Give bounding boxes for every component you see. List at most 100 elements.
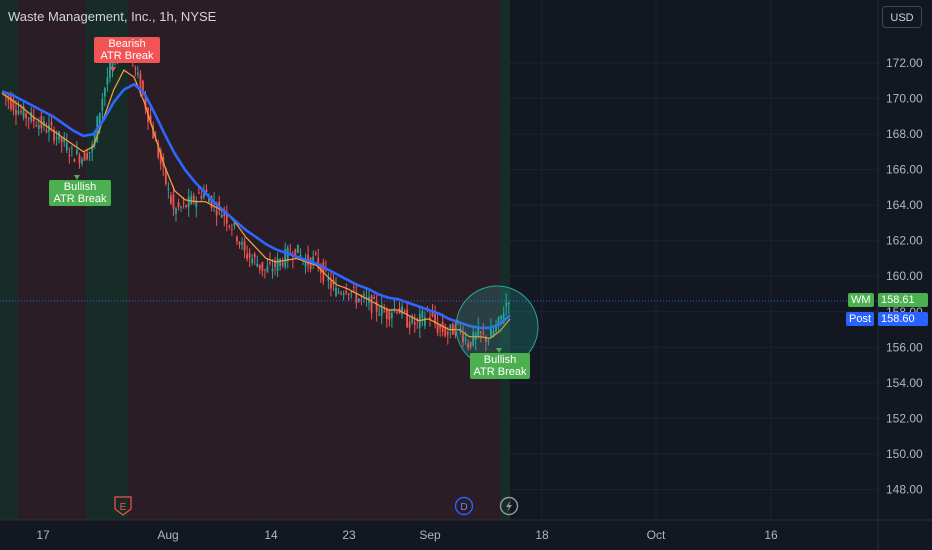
candle-body: [238, 242, 241, 245]
candle-body: [228, 225, 231, 227]
x-tick-label: Sep: [419, 528, 441, 542]
signal-text-1: Bullish: [63, 181, 97, 193]
x-tick-label: 18: [535, 528, 549, 542]
candle-body: [134, 68, 137, 70]
candle-body: [345, 290, 348, 294]
candle-body: [220, 214, 223, 218]
candle-body: [180, 206, 182, 208]
candle-body: [243, 241, 246, 251]
signal-text-2: ATR Break: [53, 193, 107, 205]
candle-body: [190, 195, 193, 205]
candle-body: [246, 253, 249, 259]
bullish-signal-label-2: Bullish ATR Break: [470, 353, 530, 379]
candle-body: [276, 258, 279, 271]
bullish-zone: [0, 0, 18, 520]
y-tick-label: 148.00: [886, 482, 923, 496]
candle-body: [314, 253, 317, 255]
candle-body: [68, 155, 71, 157]
candle-body: [230, 229, 233, 231]
candle-body: [106, 77, 109, 85]
candle-body: [17, 110, 20, 114]
candle-body: [78, 155, 81, 164]
candle-body: [258, 264, 261, 270]
candle-body: [279, 259, 282, 266]
candle-body: [266, 266, 269, 273]
candle-body: [424, 317, 426, 326]
candle-body: [172, 194, 175, 209]
candle-body: [403, 311, 406, 313]
candle-body: [27, 117, 30, 120]
x-tick-label: 14: [264, 528, 278, 542]
candle-body: [444, 328, 447, 336]
x-tick-label: Oct: [647, 528, 666, 542]
candle-body: [263, 269, 266, 271]
post-price-tag: 158.60: [878, 312, 928, 326]
post-label-tag: Post: [846, 312, 875, 326]
candle-body: [25, 113, 28, 119]
y-tick-label: 154.00: [886, 376, 923, 390]
candle-body: [340, 293, 342, 295]
candle-body: [167, 188, 170, 190]
currency-button[interactable]: USD: [882, 6, 922, 28]
y-tick-label: 150.00: [886, 447, 923, 461]
candle-body: [35, 125, 38, 127]
candle-body: [86, 152, 88, 160]
candle-body: [330, 280, 332, 289]
candle-body: [347, 293, 350, 295]
y-tick-label: 156.00: [886, 340, 923, 354]
candle-body: [408, 321, 411, 328]
x-tick-label: 17: [36, 528, 50, 542]
x-tick-label: Aug: [157, 528, 178, 542]
candle-body: [187, 196, 190, 208]
y-tick-label: 168.00: [886, 127, 923, 141]
candle-body: [383, 311, 386, 313]
earnings-marker-label: E: [120, 502, 127, 513]
candle-body: [101, 98, 104, 111]
candle-body: [83, 152, 86, 161]
price-chart[interactable]: 148.00150.00152.00154.00156.00158.00160.…: [0, 0, 932, 550]
candle-body: [449, 324, 452, 330]
candle-body: [170, 195, 172, 204]
candle-body: [20, 111, 22, 113]
candle-body: [297, 244, 299, 253]
candle-body: [357, 298, 360, 302]
candle-body: [136, 72, 139, 75]
y-tick-label: 160.00: [886, 269, 923, 283]
chart-title: Waste Management, Inc., 1h, NYSE: [8, 9, 217, 24]
candle-body: [55, 137, 58, 139]
candle-body: [281, 263, 284, 266]
candle-body: [185, 205, 188, 208]
candle-body: [65, 142, 68, 151]
candle-body: [421, 311, 424, 319]
candle-body: [182, 202, 185, 204]
candle-body: [45, 130, 48, 133]
y-tick-label: 170.00: [886, 92, 923, 106]
candle-body: [37, 124, 40, 129]
candle-body: [76, 150, 78, 154]
x-tick-label: 23: [342, 528, 356, 542]
candle-body: [337, 291, 340, 293]
candle-body: [373, 297, 376, 299]
y-tick-label: 152.00: [886, 411, 923, 425]
candle-body: [81, 159, 83, 164]
candle-body: [413, 322, 416, 325]
chart-stage[interactable]: 148.00150.00152.00154.00156.00158.00160.…: [0, 0, 932, 550]
candle-body: [378, 314, 381, 316]
candle-body: [175, 208, 177, 215]
candle-body: [50, 122, 53, 125]
candle-body: [393, 307, 396, 310]
signal-text-2: ATR Break: [100, 50, 154, 62]
candle-body: [352, 286, 355, 288]
candle-body: [350, 292, 353, 294]
y-tick-label: 164.00: [886, 198, 923, 212]
bearish-signal-label: Bearish ATR Break: [94, 37, 160, 63]
candle-body: [261, 261, 264, 272]
candle-body: [269, 262, 271, 264]
candle-body: [370, 295, 373, 313]
last-price-tag: 158.61: [878, 293, 928, 307]
candle-body: [271, 268, 274, 272]
last-symbol-tag: WM: [848, 293, 874, 307]
candle-body: [177, 202, 180, 207]
candle-body: [200, 195, 203, 199]
candle-body: [215, 210, 218, 216]
